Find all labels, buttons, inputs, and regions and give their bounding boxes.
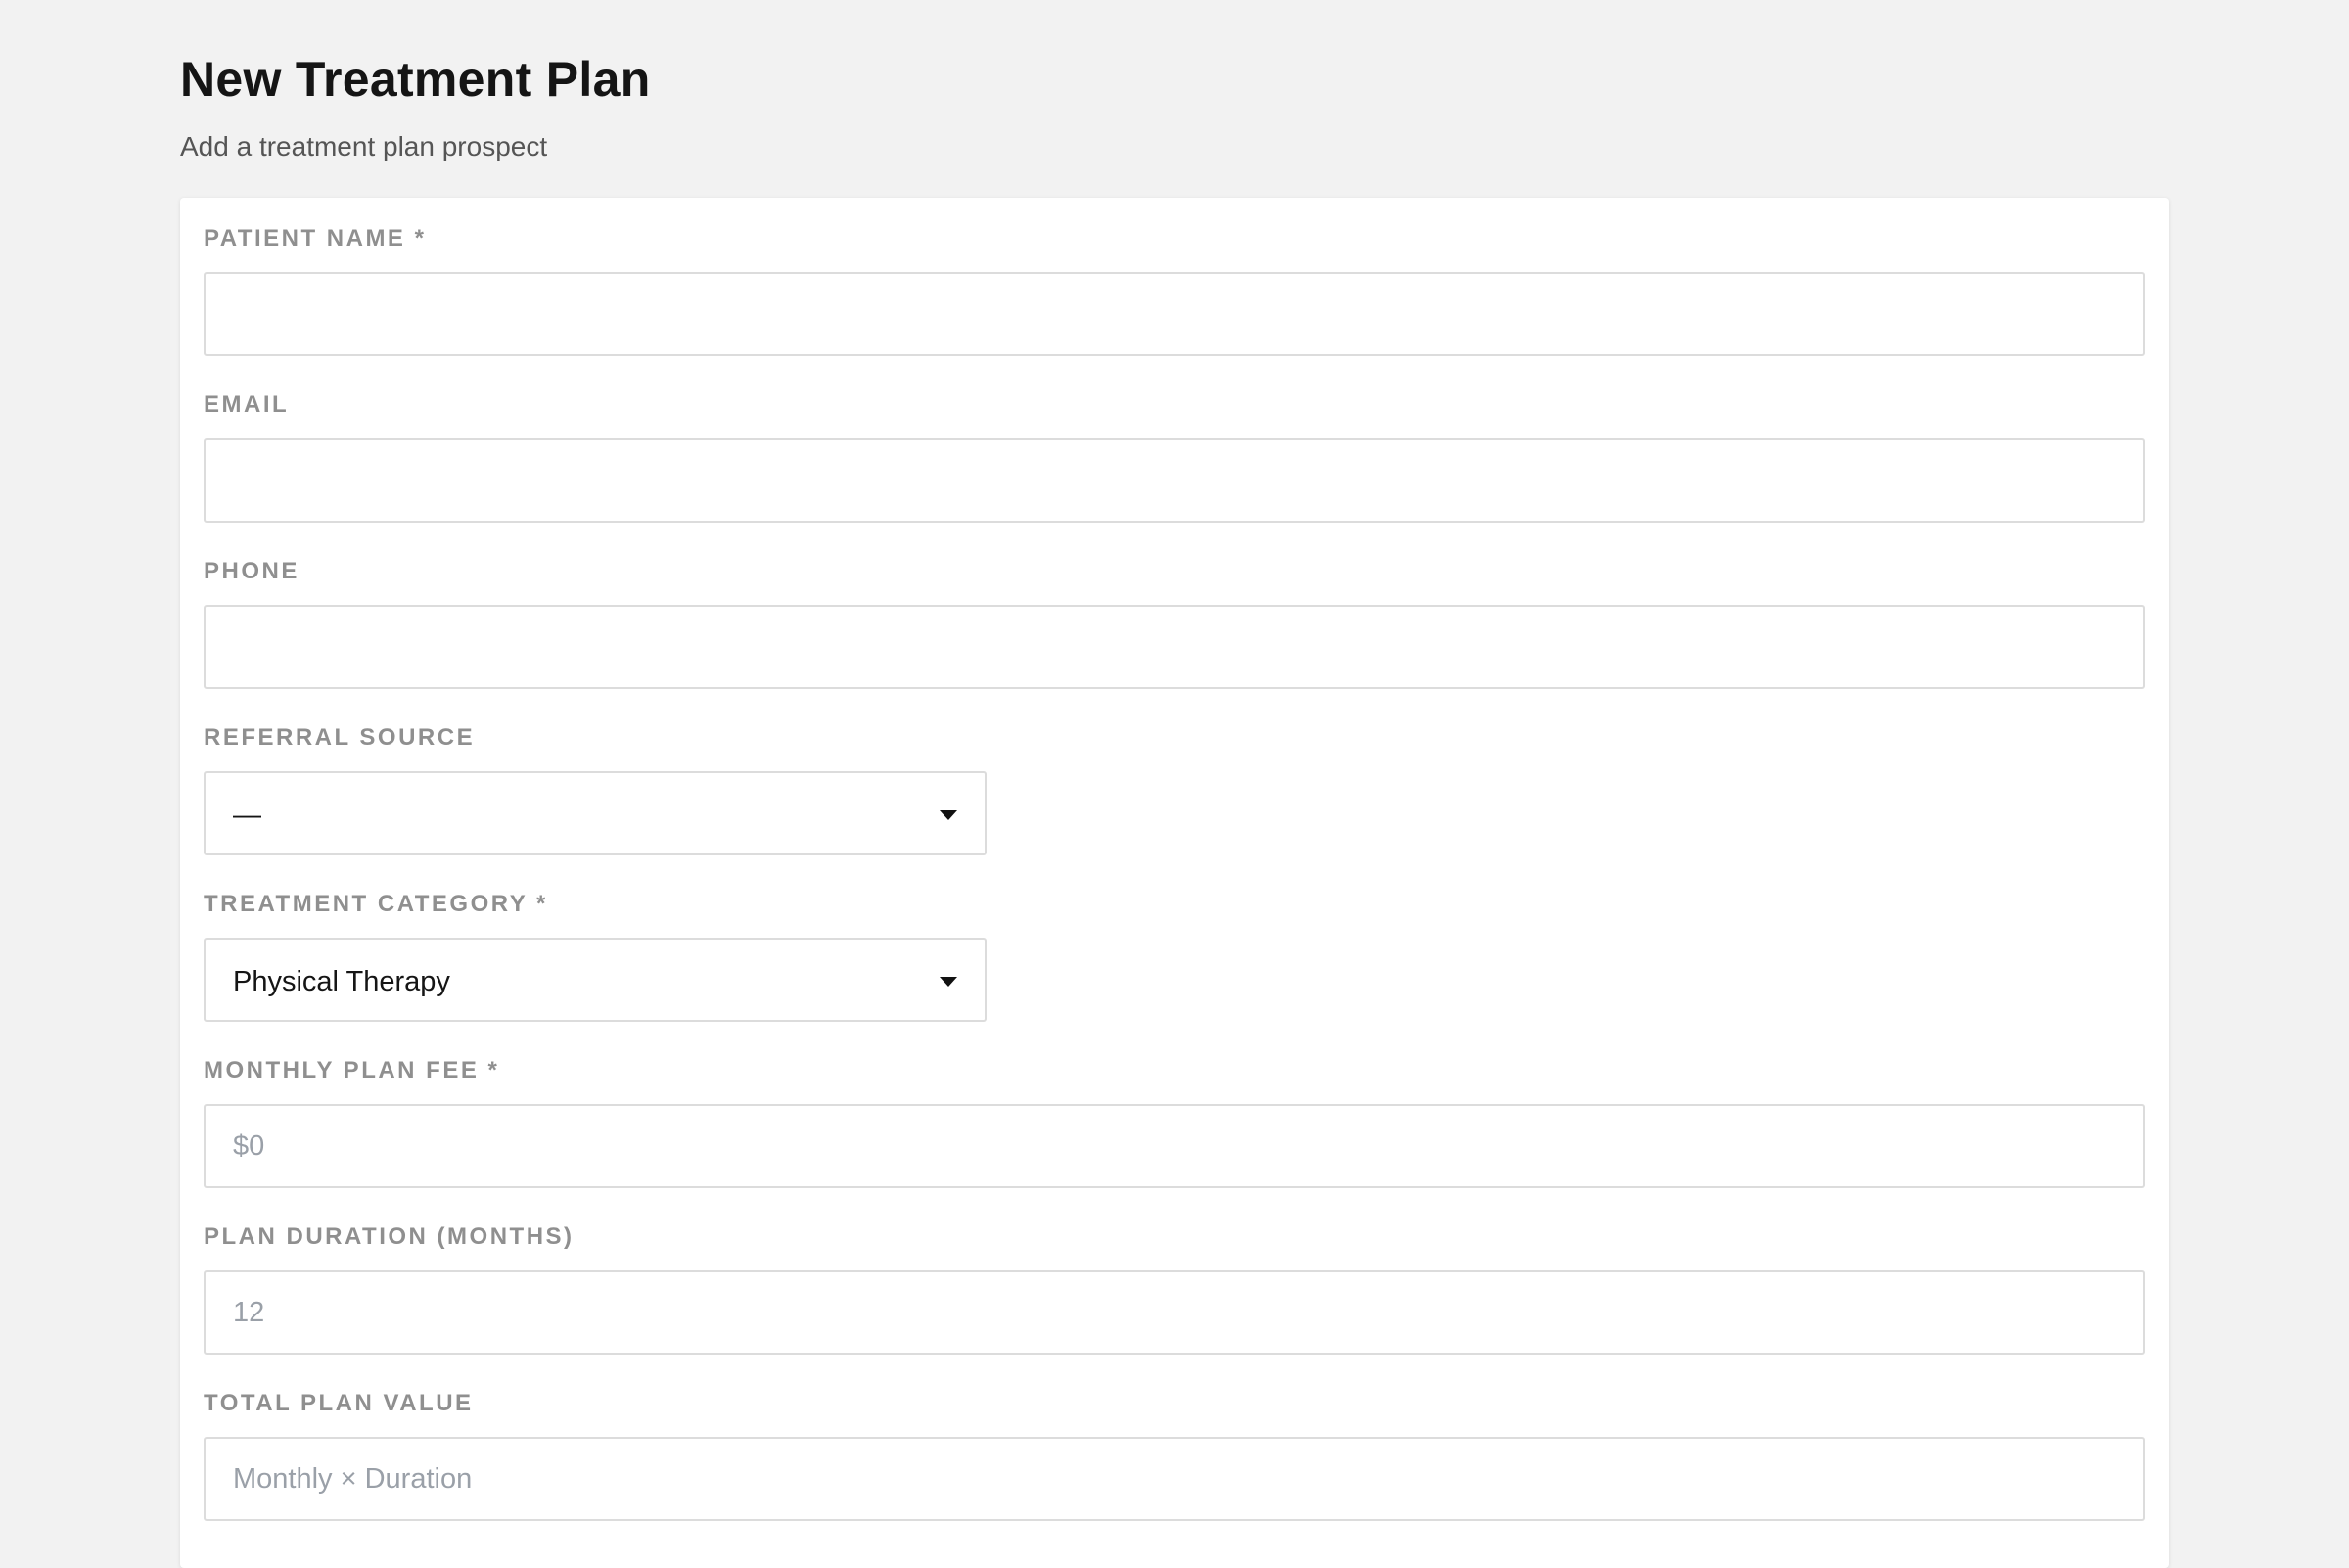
page: New Treatment Plan Add a treatment plan …: [180, 0, 2169, 1568]
patient-name-label: PATIENT NAME *: [204, 225, 427, 252]
referral-source-value: —: [233, 800, 261, 831]
phone-input[interactable]: [204, 605, 2145, 689]
treatment-category-label: TREATMENT CATEGORY *: [204, 891, 548, 917]
total-plan-value-label: TOTAL PLAN VALUE: [204, 1390, 474, 1416]
plan-duration-input[interactable]: [204, 1270, 2145, 1355]
referral-source-select[interactable]: —: [204, 771, 987, 855]
referral-source-label: REFERRAL SOURCE: [204, 724, 476, 751]
treatment-plan-form: PATIENT NAME * EMAIL PHONE REFERRAL SOUR…: [180, 198, 2169, 1568]
treatment-category-select[interactable]: Physical Therapy: [204, 938, 987, 1022]
monthly-plan-fee-input[interactable]: [204, 1104, 2145, 1188]
page-title: New Treatment Plan: [180, 52, 651, 107]
phone-label: PHONE: [204, 558, 299, 584]
email-input[interactable]: [204, 438, 2145, 523]
treatment-category-value: Physical Therapy: [233, 966, 450, 997]
chevron-down-icon: [940, 977, 957, 987]
total-plan-value-input[interactable]: [204, 1437, 2145, 1521]
page-subtitle: Add a treatment plan prospect: [180, 131, 548, 161]
chevron-down-icon: [940, 810, 957, 820]
patient-name-input[interactable]: [204, 272, 2145, 356]
plan-duration-label: PLAN DURATION (MONTHS): [204, 1223, 575, 1250]
monthly-plan-fee-label: MONTHLY PLAN FEE *: [204, 1057, 500, 1084]
email-label: EMAIL: [204, 392, 290, 418]
